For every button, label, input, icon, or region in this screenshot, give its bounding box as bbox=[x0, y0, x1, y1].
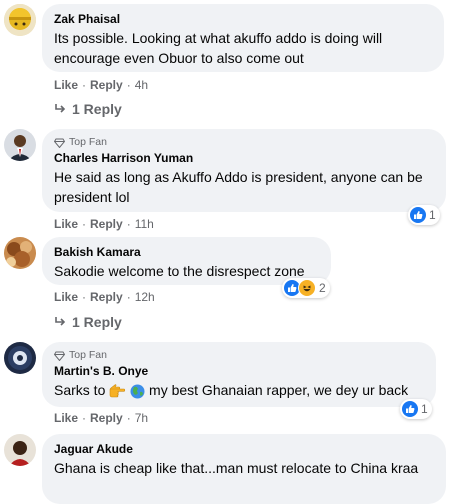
comment-author[interactable]: Bakish Kamara bbox=[54, 245, 319, 260]
reply-arrow-icon bbox=[55, 104, 66, 113]
like-link[interactable]: Like bbox=[54, 78, 78, 92]
view-replies-link[interactable]: 1 Reply bbox=[54, 314, 122, 330]
comment-author[interactable]: Charles Harrison Yuman bbox=[54, 151, 434, 166]
avatar[interactable] bbox=[4, 342, 36, 374]
diamond-icon bbox=[54, 138, 65, 148]
reply-link[interactable]: Reply bbox=[90, 217, 123, 231]
top-fan-badge: Top Fan bbox=[54, 136, 434, 149]
comment-bubble: Jaguar Akude Ghana is cheap like that...… bbox=[42, 434, 446, 504]
reaction-summary[interactable]: 1 bbox=[400, 399, 432, 419]
comment-bubble: Top Fan Charles Harrison Yuman He said a… bbox=[42, 129, 446, 212]
reply-link[interactable]: Reply bbox=[90, 78, 123, 92]
comment-author[interactable]: Zak Phaisal bbox=[54, 12, 432, 27]
like-reaction-icon bbox=[402, 401, 418, 417]
comment-actions: Like · Reply · 4h bbox=[54, 78, 148, 92]
reaction-summary[interactable]: 1 bbox=[408, 205, 440, 225]
reaction-count: 1 bbox=[429, 208, 436, 222]
comment-author[interactable]: Jaguar Akude bbox=[54, 442, 434, 457]
separator-dot: · bbox=[82, 217, 87, 231]
comment-text: Sakodie welcome to the disrespect zone bbox=[54, 263, 305, 279]
comment-text: Ghana is cheap like that...man must relo… bbox=[54, 460, 419, 476]
pointing-right-emoji-icon bbox=[109, 384, 126, 398]
reply-link[interactable]: Reply bbox=[90, 290, 123, 304]
avatar[interactable] bbox=[4, 434, 36, 466]
view-replies-link[interactable]: 1 Reply bbox=[54, 101, 122, 117]
separator-dot: · bbox=[82, 411, 87, 425]
separator-dot: · bbox=[126, 290, 131, 304]
comment-text: Sarks to my best Ghanaian rapper, we dey… bbox=[54, 382, 409, 399]
comment-time[interactable]: 11h bbox=[135, 217, 154, 231]
haha-reaction-icon bbox=[298, 279, 316, 297]
comment-time[interactable]: 12h bbox=[135, 290, 155, 304]
comment-time[interactable]: 4h bbox=[135, 78, 148, 92]
comment-actions: Like · Reply · 12h bbox=[54, 290, 155, 304]
diamond-icon bbox=[54, 351, 65, 361]
comment-author[interactable]: Martin's B. Onye bbox=[54, 364, 424, 379]
avatar[interactable] bbox=[4, 4, 36, 36]
comment-text: Its possible. Looking at what akuffo add… bbox=[54, 30, 383, 66]
globe-emoji-icon bbox=[130, 384, 145, 399]
reaction-count: 1 bbox=[421, 402, 428, 416]
like-link[interactable]: Like bbox=[54, 290, 78, 304]
separator-dot: · bbox=[82, 78, 87, 92]
like-link[interactable]: Like bbox=[54, 411, 78, 425]
comment-time[interactable]: 7h bbox=[135, 411, 148, 425]
reply-link[interactable]: Reply bbox=[90, 411, 123, 425]
separator-dot: · bbox=[82, 290, 87, 304]
comment-bubble: Zak Phaisal Its possible. Looking at wha… bbox=[42, 4, 444, 72]
separator-dot: · bbox=[126, 217, 131, 231]
comment-actions: Like · Reply · 7h bbox=[54, 411, 148, 425]
separator-dot: · bbox=[126, 411, 131, 425]
reaction-count: 2 bbox=[319, 281, 326, 295]
avatar[interactable] bbox=[4, 237, 36, 269]
replies-count: 1 Reply bbox=[72, 314, 122, 330]
separator-dot: · bbox=[126, 78, 131, 92]
reaction-summary[interactable]: 2 bbox=[282, 278, 330, 298]
like-reaction-icon bbox=[410, 207, 426, 223]
top-fan-badge: Top Fan bbox=[54, 349, 424, 362]
comment-text: He said as long as Akuffo Addo is presid… bbox=[54, 169, 423, 205]
avatar[interactable] bbox=[4, 129, 36, 161]
comment-actions: Like · Reply · 11h bbox=[54, 217, 154, 231]
reply-arrow-icon bbox=[55, 317, 66, 326]
comment-bubble: Top Fan Martin's B. Onye Sarks to my bes… bbox=[42, 342, 436, 407]
like-link[interactable]: Like bbox=[54, 217, 78, 231]
replies-count: 1 Reply bbox=[72, 101, 122, 117]
